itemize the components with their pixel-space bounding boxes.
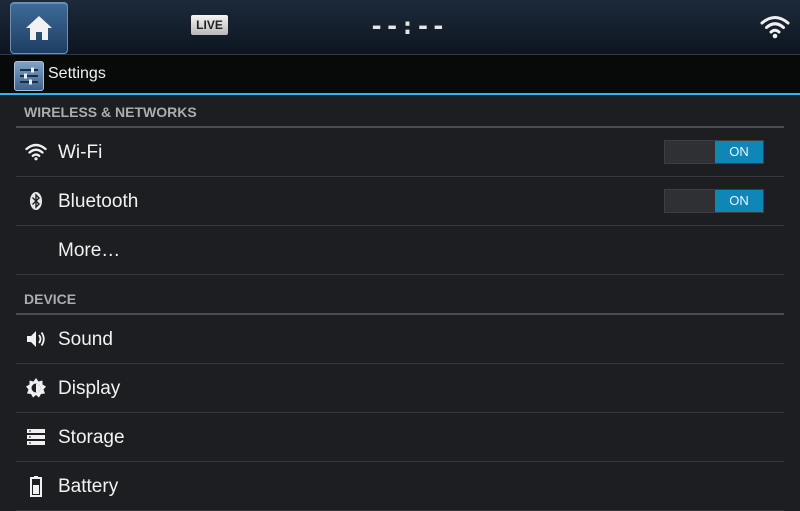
settings-item-label: Sound (58, 329, 113, 350)
settings-item-wifi[interactable]: Wi-Fi ON (16, 128, 784, 177)
settings-item-storage[interactable]: Storage (16, 413, 784, 462)
settings-item-label: Battery (58, 476, 119, 497)
wifi-icon (24, 140, 48, 164)
settings-item-more[interactable]: More… (16, 226, 784, 275)
sliders-icon (20, 67, 38, 85)
settings-item-sound[interactable]: Sound (16, 315, 784, 364)
settings-item-battery[interactable]: Battery (16, 462, 784, 511)
settings-item-label: Wi-Fi (58, 142, 103, 163)
bluetooth-toggle[interactable]: ON (664, 189, 764, 213)
bluetooth-icon (24, 189, 48, 213)
settings-item-label: Bluetooth (58, 191, 139, 212)
settings-item-display[interactable]: Display (16, 364, 784, 413)
section-header-wireless: WIRELESS & NETWORKS (16, 96, 784, 128)
action-bar: Settings (0, 55, 800, 95)
settings-app-icon[interactable] (14, 61, 44, 91)
settings-item-bluetooth[interactable]: Bluetooth ON (16, 177, 784, 226)
settings-item-label: More… (58, 240, 121, 261)
storage-icon (24, 425, 48, 449)
wifi-signal-icon (760, 16, 790, 39)
status-bar: LIVE --:-- (0, 0, 800, 55)
page-title: Settings (48, 65, 106, 82)
home-button[interactable] (10, 2, 68, 54)
battery-icon (24, 474, 48, 498)
live-badge: LIVE (191, 15, 228, 35)
section-header-device: DEVICE (16, 283, 784, 315)
clock: --:-- (369, 12, 447, 40)
brightness-icon (24, 376, 48, 400)
home-icon (26, 16, 52, 40)
speaker-icon (24, 327, 48, 351)
settings-item-label: Storage (58, 427, 125, 448)
toggle-state: ON (715, 190, 763, 212)
wifi-toggle[interactable]: ON (664, 140, 764, 164)
toggle-state: ON (715, 141, 763, 163)
settings-item-label: Display (58, 378, 121, 399)
settings-list[interactable]: WIRELESS & NETWORKS Wi-Fi ON Bluetooth O… (16, 96, 784, 511)
